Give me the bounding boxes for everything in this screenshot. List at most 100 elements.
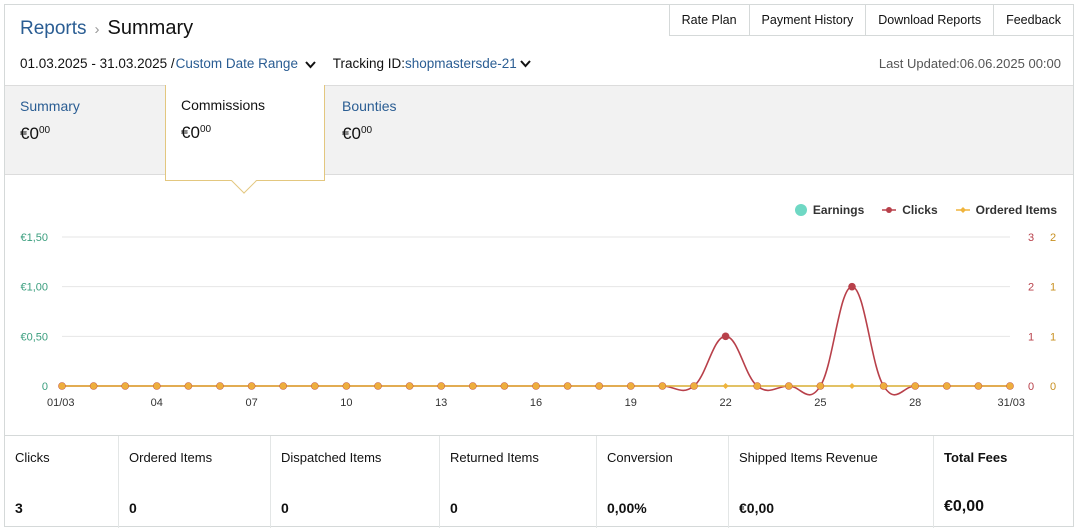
feedback-link[interactable]: Feedback bbox=[993, 4, 1074, 36]
x-tick-label: 01/03 bbox=[47, 397, 75, 409]
ordered-items-point bbox=[343, 382, 350, 390]
metric-returned-items-label: Returned Items bbox=[450, 450, 539, 465]
tracking-id-label: Tracking ID: bbox=[332, 56, 405, 71]
header-links: Rate Plan Payment History Download Repor… bbox=[668, 4, 1074, 36]
tab-bounties-value: €000 bbox=[342, 124, 373, 143]
metric-ordered-items-label: Ordered Items bbox=[129, 450, 213, 465]
ordered-items-point bbox=[880, 382, 887, 390]
report-filters: 01.03.2025 - 31.03.2025 / Custom Date Ra… bbox=[20, 56, 532, 71]
x-tick-label: 19 bbox=[625, 397, 637, 409]
legend-clicks[interactable]: Clicks bbox=[882, 203, 938, 217]
legend-ordered-items[interactable]: Ordered Items bbox=[955, 203, 1057, 217]
tab-summary-value: €000 bbox=[20, 124, 51, 143]
earnings-chart: Earnings Clicks Ordered Items €1,50 3 2 €1,… bbox=[5, 195, 1073, 435]
metric-shipped-items-revenue-value: €0,00 bbox=[739, 500, 775, 516]
metric-dispatched-items-value: 0 bbox=[281, 500, 289, 516]
y-right-items-tick-label: 1 bbox=[1050, 331, 1056, 343]
ordered-items-point bbox=[722, 383, 729, 389]
y-right-clicks-tick-label: 0 bbox=[1028, 381, 1034, 393]
y-left-tick-label: €0,50 bbox=[20, 331, 48, 343]
ordered-items-point bbox=[58, 382, 66, 390]
y-left-tick-label: €1,00 bbox=[20, 282, 48, 294]
metric-ordered-items-value: 0 bbox=[129, 500, 137, 516]
metric-total-fees-value: €0,00 bbox=[944, 498, 985, 515]
breadcrumb-reports-link[interactable]: Reports bbox=[20, 18, 87, 40]
ordered-items-point bbox=[817, 382, 824, 390]
x-tick-label: 16 bbox=[530, 397, 542, 409]
chart-plot: €1,50 3 2€1,00 2 1€0,50 1 10 0 001/03 04 07 10 13 16 1… bbox=[20, 232, 1056, 409]
tab-bounties-label: Bounties bbox=[342, 98, 397, 114]
ordered-items-point bbox=[90, 382, 97, 390]
chart-legend: Earnings Clicks Ordered Items bbox=[777, 203, 1057, 217]
ordered-items-point bbox=[279, 382, 287, 390]
ordered-items-point bbox=[785, 382, 793, 390]
metric-dispatched-items-label: Dispatched Items bbox=[281, 450, 382, 465]
metric-ordered-items: Ordered Items 0 bbox=[119, 436, 271, 528]
x-tick-label: 07 bbox=[245, 397, 257, 409]
clicks-point bbox=[848, 282, 856, 291]
ordered-items-point bbox=[1006, 382, 1014, 390]
report-panel: Reports › Summary Rate Plan Payment Hist… bbox=[4, 4, 1074, 528]
breadcrumb: Reports › Summary bbox=[20, 17, 193, 40]
metric-total-fees-label: Total Fees bbox=[944, 450, 1008, 465]
last-updated-text: Last Updated:06.06.2025 00:00 bbox=[878, 56, 1061, 71]
y-left-tick-label: 0 bbox=[42, 381, 48, 393]
ordered-items-point bbox=[248, 382, 256, 390]
tab-bounties[interactable]: Bounties €000 bbox=[327, 86, 487, 176]
summary-tabs: Summary €000 Commissions €000 Bounties €… bbox=[5, 85, 1073, 194]
metric-total-fees: Total Fees €0,00 bbox=[934, 436, 1073, 528]
tab-commissions[interactable]: Commissions €000 bbox=[165, 85, 325, 194]
x-tick-label: 25 bbox=[814, 397, 826, 409]
y-right-items-tick-label: 0 bbox=[1050, 381, 1056, 393]
ordered-items-point bbox=[374, 382, 382, 390]
y-right-clicks-tick-label: 1 bbox=[1028, 331, 1034, 343]
y-left-tick-label: €1,50 bbox=[20, 232, 48, 244]
earnings-legend-icon bbox=[794, 204, 807, 216]
rate-plan-link[interactable]: Rate Plan bbox=[668, 4, 750, 36]
chevron-down-icon bbox=[520, 60, 531, 68]
chevron-down-icon bbox=[304, 61, 316, 69]
clicks-legend-icon bbox=[882, 207, 897, 213]
date-range-text: 01.03.2025 - 31.03.2025 / bbox=[20, 56, 175, 71]
ordered-items-point bbox=[406, 382, 413, 390]
legend-earnings-label: Earnings bbox=[812, 203, 865, 217]
tab-summary-label: Summary bbox=[20, 98, 80, 114]
ordered-items-point bbox=[627, 382, 635, 390]
breadcrumb-separator: › bbox=[94, 21, 100, 38]
ordered-items-point bbox=[469, 382, 477, 390]
payment-history-link[interactable]: Payment History bbox=[748, 4, 867, 36]
x-tick-label: 31/03 bbox=[997, 397, 1025, 409]
metric-conversion-label: Conversion bbox=[607, 450, 673, 465]
x-tick-label: 10 bbox=[340, 397, 352, 409]
ordered-items-point bbox=[943, 382, 951, 390]
legend-earnings[interactable]: Earnings bbox=[794, 203, 865, 217]
ordered-items-point bbox=[437, 382, 445, 390]
y-right-clicks-tick-label: 2 bbox=[1028, 282, 1034, 294]
y-right-items-tick-label: 1 bbox=[1050, 282, 1056, 294]
ordered-items-point bbox=[121, 382, 129, 390]
tab-summary[interactable]: Summary €000 bbox=[5, 86, 165, 176]
ordered-items-point bbox=[753, 382, 761, 390]
clicks-point bbox=[721, 332, 730, 341]
y-right-clicks-tick-label: 3 bbox=[1028, 232, 1034, 244]
date-range-dropdown[interactable]: Custom Date Range bbox=[176, 56, 317, 71]
ordered-items-point bbox=[216, 382, 224, 390]
legend-ordered-items-label: Ordered Items bbox=[975, 203, 1057, 217]
download-reports-link[interactable]: Download Reports bbox=[865, 4, 995, 36]
legend-clicks-label: Clicks bbox=[902, 203, 938, 217]
ordered-items-point bbox=[975, 382, 982, 390]
tab-commissions-label: Commissions bbox=[181, 97, 266, 113]
x-tick-label: 13 bbox=[435, 397, 447, 409]
ordered-items-point bbox=[532, 382, 540, 390]
tracking-id-value: shopmastersde-21 bbox=[405, 56, 517, 71]
metric-returned-items-value: 0 bbox=[450, 500, 458, 516]
metric-conversion: Conversion 0,00% bbox=[597, 436, 729, 528]
tracking-id-dropdown[interactable]: Tracking ID: shopmastersde-21 bbox=[333, 56, 532, 71]
metric-clicks-value: 3 bbox=[15, 500, 23, 516]
ordered-items-point bbox=[690, 382, 698, 390]
metric-dispatched-items: Dispatched Items 0 bbox=[271, 436, 440, 528]
metric-shipped-items-revenue: Shipped Items Revenue €0,00 bbox=[729, 436, 934, 528]
metric-conversion-value: 0,00% bbox=[607, 500, 647, 516]
y-right-items-tick-label: 2 bbox=[1050, 232, 1056, 244]
x-tick-label: 22 bbox=[719, 397, 731, 409]
